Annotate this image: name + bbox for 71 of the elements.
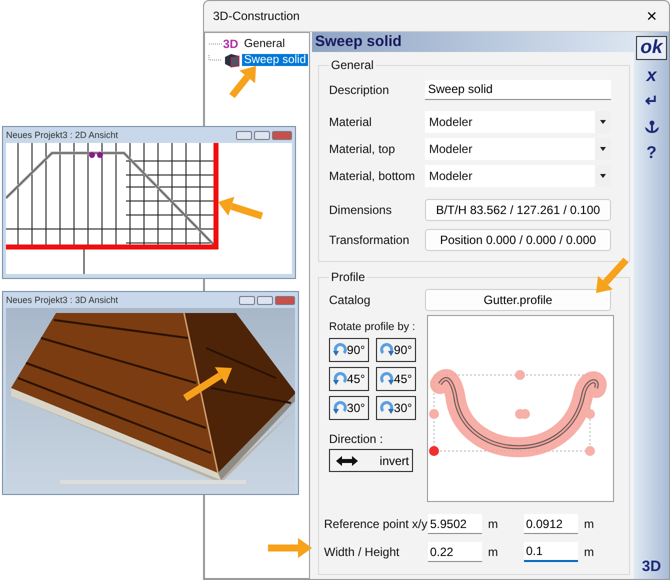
close-button[interactable]: × xyxy=(638,6,665,26)
value-button[interactable]: B/T/H 83.562 / 127.261 / 0.100 xyxy=(425,199,611,221)
input-field[interactable]: 0.0912 xyxy=(524,514,578,534)
help-button[interactable]: ? xyxy=(636,142,667,164)
catalog-button[interactable]: Gutter.profile xyxy=(425,288,611,310)
double-arrow-icon xyxy=(336,456,358,466)
dropdown[interactable]: Modeler xyxy=(425,110,611,132)
rotate-left-icon xyxy=(332,343,347,357)
unit-label: m xyxy=(487,545,499,559)
input-field[interactable]: 0.22 xyxy=(428,542,482,562)
tree-item[interactable]: General xyxy=(242,38,287,50)
pointer-arrow xyxy=(183,367,232,401)
window-title: Neues Projekt3 : 2D Ansicht xyxy=(6,130,118,140)
rotate-button[interactable]: 45° xyxy=(329,367,369,391)
3d-icon: 3D xyxy=(223,37,241,51)
unit-label: m xyxy=(583,545,595,559)
ok-button[interactable]: ok xyxy=(636,36,667,60)
section-header: Sweep solid xyxy=(312,32,634,52)
input-field[interactable]: Sweep solid xyxy=(425,80,611,100)
pointer-arrow xyxy=(268,538,312,558)
enter-button[interactable]: ↵ xyxy=(636,90,667,112)
close-button[interactable] xyxy=(272,130,292,140)
maximize-button[interactable] xyxy=(257,296,273,304)
rotate-left-icon xyxy=(332,372,347,386)
minimize-button[interactable] xyxy=(239,296,255,304)
rotate-right-icon xyxy=(380,343,394,357)
rotate-button[interactable]: 45° xyxy=(376,367,416,391)
tree-item[interactable]: Sweep solid xyxy=(242,54,308,66)
window-title: Neues Projekt3 : 3D Ansicht xyxy=(6,295,118,305)
unit-label: m xyxy=(487,517,499,531)
field-label: Width / Height xyxy=(324,545,400,559)
invert-button[interactable]: invert xyxy=(329,449,413,472)
field-label: Material, top xyxy=(329,142,396,156)
minimize-button[interactable] xyxy=(236,130,252,140)
pointer-arrow xyxy=(218,196,264,220)
field-label: Reference point x/y xyxy=(324,517,428,531)
value-button[interactable]: Position 0.000 / 0.000 / 0.000 xyxy=(425,229,611,251)
field-label: Material xyxy=(329,114,373,128)
rotate-right-icon xyxy=(380,401,394,415)
rotate-left-icon xyxy=(332,401,347,415)
dropdown[interactable]: Modeler xyxy=(425,138,611,160)
field-label: Material, bottom xyxy=(329,168,416,182)
input-field[interactable]: 0.1 xyxy=(524,542,578,562)
caret-icon xyxy=(600,174,606,178)
cancel-button[interactable]: x xyxy=(636,64,667,86)
rotate-button[interactable]: 30° xyxy=(329,396,369,420)
field-label: Transformation xyxy=(329,233,410,247)
field-label: Dimensions xyxy=(329,203,393,217)
maximize-button[interactable] xyxy=(254,130,270,140)
group-label: Profile xyxy=(330,270,366,284)
group-label: General xyxy=(330,58,375,72)
pointer-arrow xyxy=(596,258,629,293)
dropdown[interactable]: Modeler xyxy=(425,164,611,186)
unit-label: m xyxy=(583,517,595,531)
rotate-label: Rotate profile by : xyxy=(329,321,416,333)
caret-icon xyxy=(600,146,606,150)
3d-label: 3D xyxy=(642,558,662,575)
close-button[interactable] xyxy=(275,296,295,304)
rotate-right-icon xyxy=(380,372,394,386)
input-field[interactable]: 5.9502 xyxy=(428,514,482,534)
caret-icon xyxy=(600,120,606,124)
rotate-button[interactable]: 90° xyxy=(329,338,369,362)
anchor-icon xyxy=(644,120,660,134)
pointer-arrow xyxy=(229,66,256,98)
field-label: Catalog xyxy=(329,292,372,306)
solid-icon xyxy=(223,52,241,68)
direction-label: Direction : xyxy=(329,432,384,446)
rotate-button[interactable]: 90° xyxy=(376,338,416,362)
window-title: 3D-Construction xyxy=(213,9,300,23)
field-label: Description xyxy=(329,82,390,96)
rotate-button[interactable]: 30° xyxy=(376,396,416,420)
